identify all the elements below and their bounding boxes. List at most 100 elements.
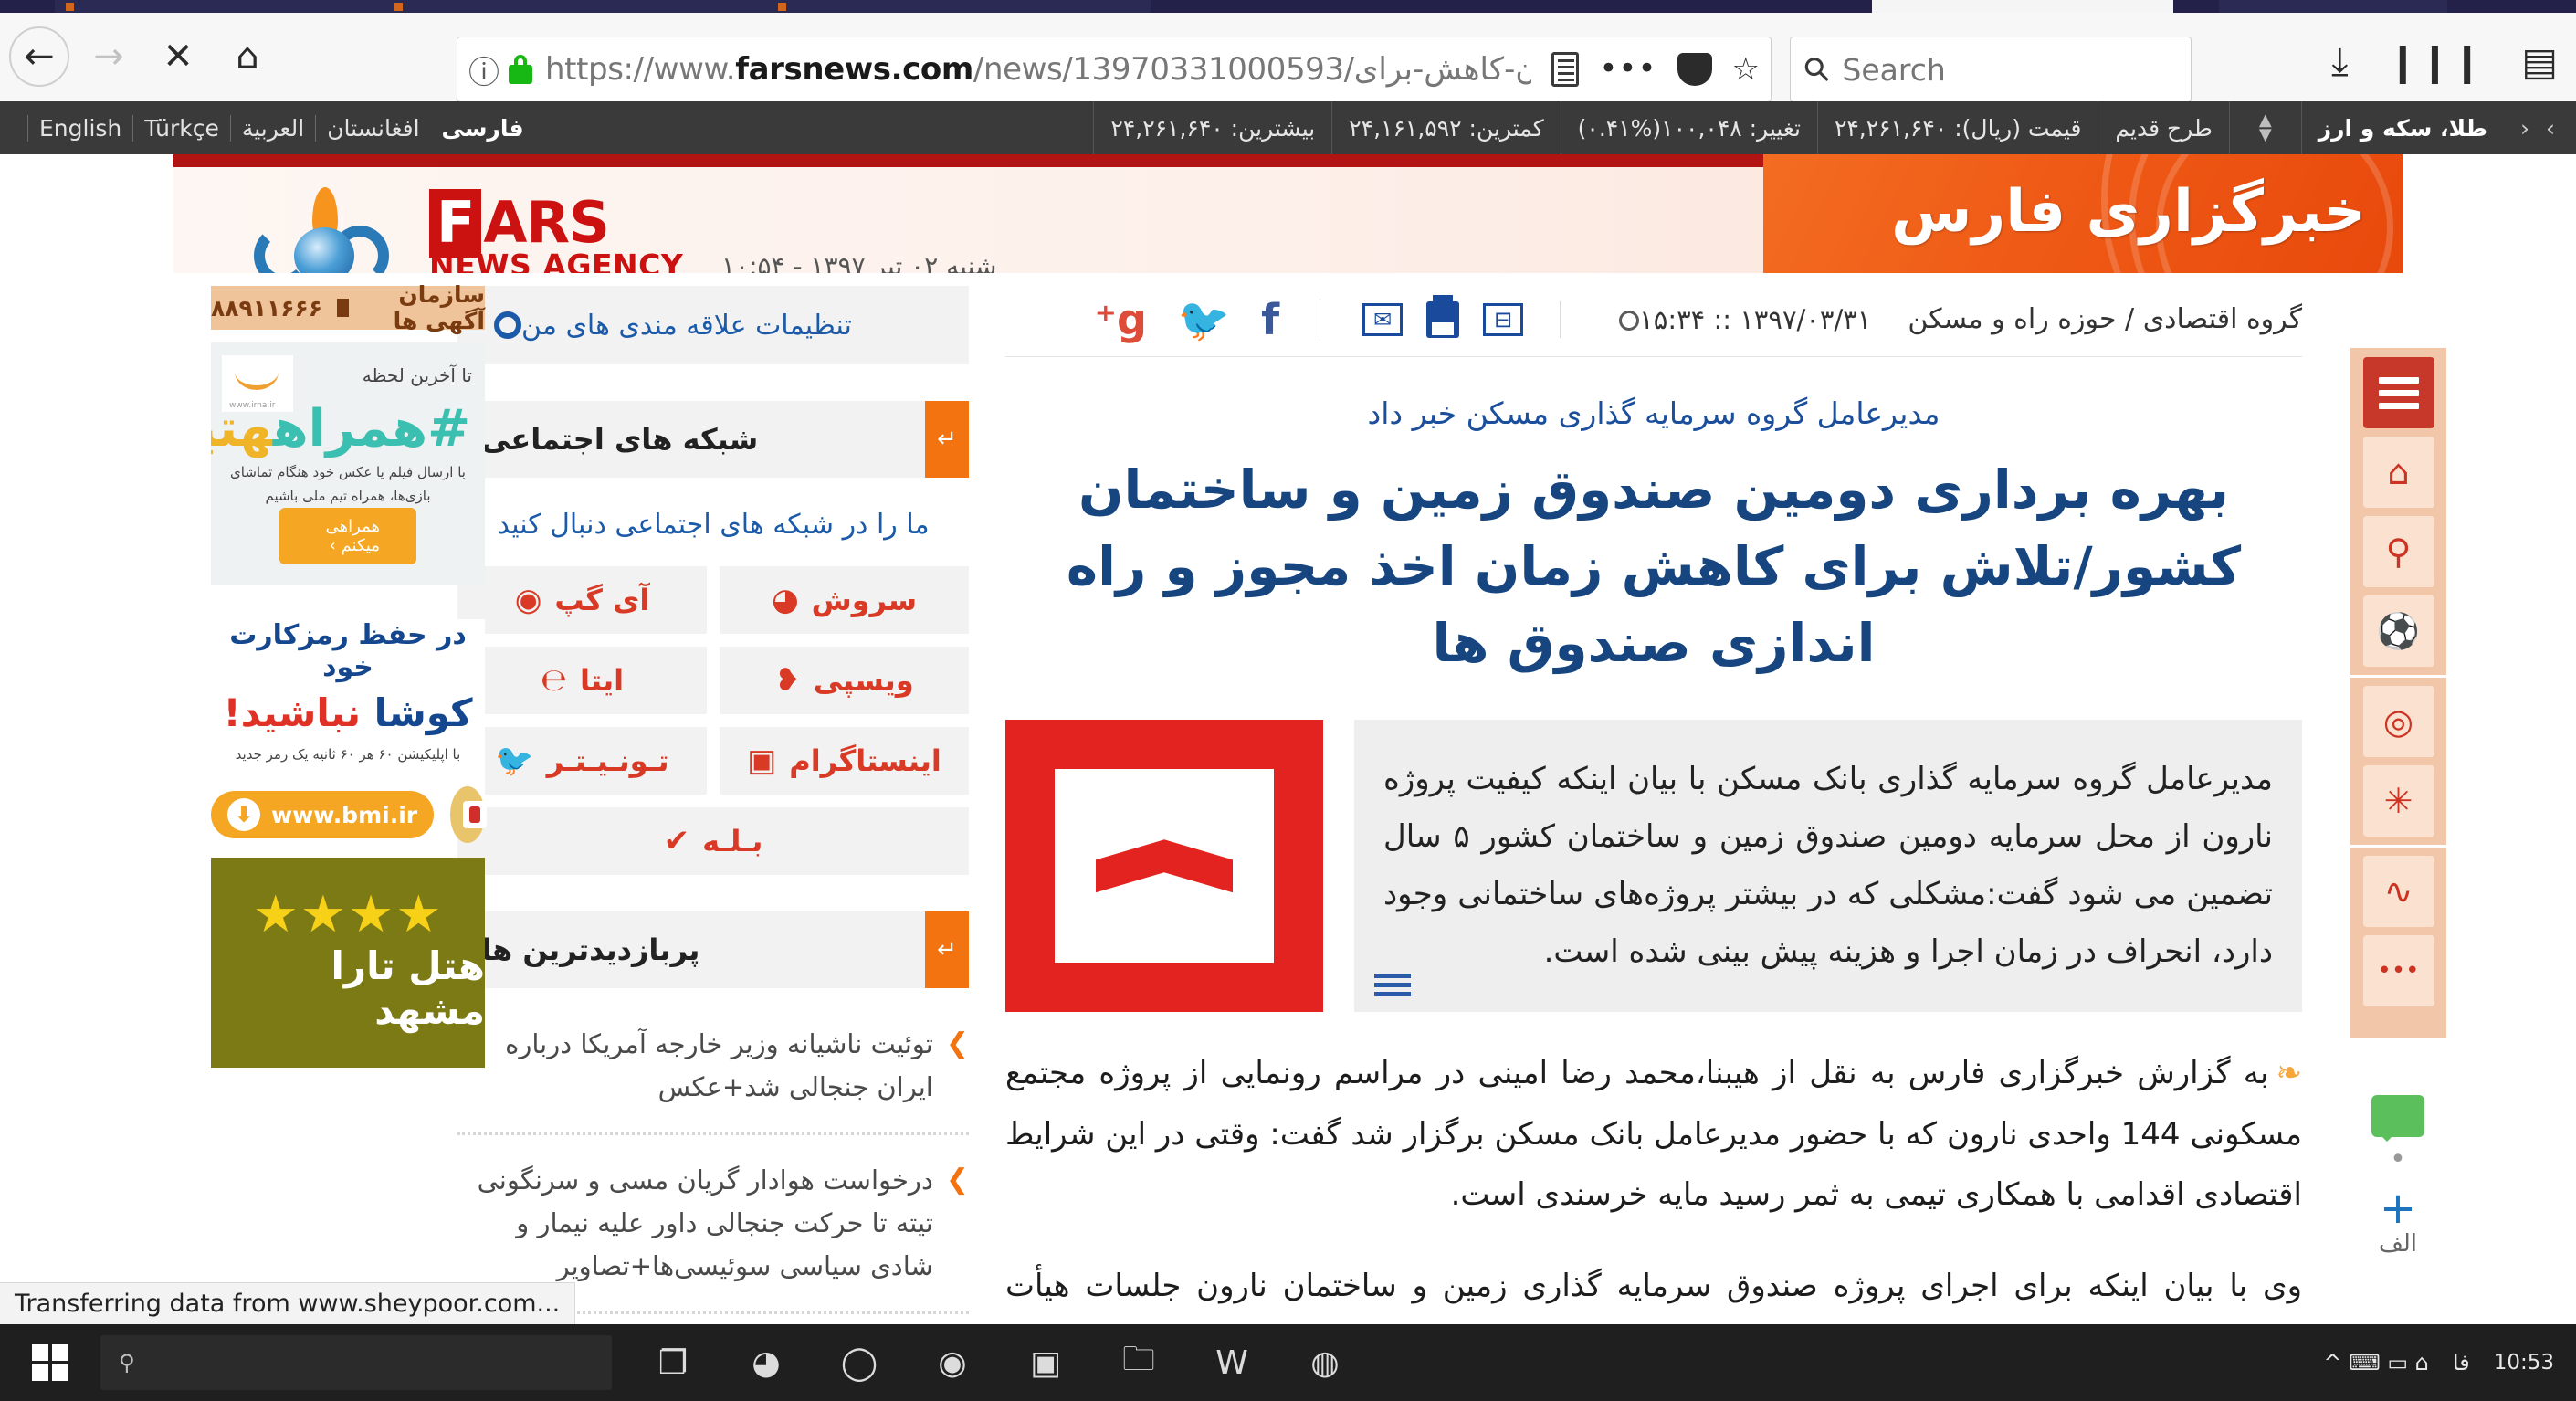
- ad-agency-bar[interactable]: سازمان آگهی ها ۸۸۹۱۱۶۶۶: [211, 281, 485, 334]
- preferences-link[interactable]: تنظیمات علاقه مندی های من: [457, 286, 969, 364]
- cortana-icon[interactable]: ◯: [835, 1338, 884, 1387]
- section-arrow-icon[interactable]: ↵: [925, 401, 969, 478]
- reader-view-icon[interactable]: [1551, 52, 1580, 87]
- bank-melli-logo: [450, 786, 488, 843]
- section-arrow-icon[interactable]: ↵: [925, 911, 969, 988]
- list-item[interactable]: ❯ توئیت ناشیانه وزیر خارجه آمریکا درباره…: [457, 999, 969, 1135]
- search-icon[interactable]: ⚲: [2362, 516, 2434, 587]
- social-link-eitaa[interactable]: ایتا ℮: [457, 647, 707, 714]
- social-link-bale[interactable]: بـلـه ✔: [457, 807, 969, 875]
- tray-language[interactable]: فا: [2453, 1350, 2470, 1375]
- browser-tab[interactable]: [55, 0, 384, 13]
- search-input[interactable]: [1842, 51, 2176, 88]
- shortlink-icon[interactable]: ⊟: [1483, 302, 1524, 336]
- football-icon[interactable]: ⚽: [2362, 595, 2434, 667]
- coins-icon[interactable]: ◎: [2362, 686, 2434, 757]
- social-link-wispi[interactable]: ویسپی ❥: [720, 647, 969, 714]
- social-links-grid: سروش ◕ آی گپ ◉ ویسپی ❥ ایتا ℮ اینستاگرام ▣ تـ…: [457, 566, 969, 875]
- news-agency-tagline: NEWS AGENCY: [429, 248, 684, 273]
- star-rating-icon: ★★★★: [252, 884, 444, 944]
- forward-arrow-icon[interactable]: →: [79, 26, 139, 87]
- taskbar-clock[interactable]: 10:53: [2494, 1351, 2554, 1375]
- google-plus-icon[interactable]: g⁺: [1095, 299, 1147, 341]
- back-arrow-icon[interactable]: ←: [9, 26, 69, 87]
- tray-icons[interactable]: ^ ⌨ ▭ ⌂: [2323, 1350, 2429, 1375]
- list-item-label: توئیت ناشیانه وزیر خارجه آمریکا درباره ا…: [505, 1028, 933, 1102]
- page-info-icon[interactable]: ⓘ: [468, 47, 499, 92]
- page-body: ⌂ ⚲ ⚽ ◎ ✳ ∿ ••• • + الف گروه اقتصادی / ح…: [0, 273, 2576, 1401]
- pocket-icon[interactable]: [1677, 53, 1712, 86]
- browser-tab[interactable]: [2219, 0, 2447, 13]
- taskbar-search-box[interactable]: ⚲: [100, 1335, 612, 1390]
- lang-arabic[interactable]: العربية: [229, 114, 315, 142]
- twitter-icon[interactable]: 🐦: [1178, 299, 1230, 341]
- font-size-increase-button[interactable]: + الف: [2358, 1186, 2438, 1258]
- social-subtitle: ما را در شبکه های اجتماعی دنبال کنید: [497, 509, 930, 541]
- ad-hamrahim[interactable]: www.irna.ir تا آخرین لحظه #همراههتیم با …: [211, 342, 485, 585]
- ticker-low-label: کمترین:: [1468, 114, 1544, 142]
- lang-afghanistan[interactable]: افغانستان: [315, 114, 430, 142]
- ticker-section-label[interactable]: طلا، سکه و ارز: [2300, 101, 2504, 154]
- ticker-spinner[interactable]: ▲ ▼: [2228, 101, 2301, 154]
- bookmark-star-icon[interactable]: ☆: [1732, 51, 1760, 88]
- fars-logo-emblem[interactable]: [247, 187, 402, 273]
- lang-farsi[interactable]: فارسی: [431, 115, 535, 142]
- ad-hotel-tara[interactable]: ★★★★ هتل تارا مشهد: [211, 858, 485, 1068]
- more-dots-icon[interactable]: •••: [2362, 935, 2434, 1006]
- ticker-high-label: بیشترین:: [1230, 114, 1316, 142]
- firefox-icon[interactable]: ◕: [741, 1338, 791, 1387]
- ad-description: با ارسال فیلم یا عکس خود هنگام تماشای با…: [230, 464, 466, 504]
- ad-download-button[interactable]: www.bmi.ir ⬇: [211, 791, 435, 838]
- instagram-icon: ▣: [747, 743, 777, 779]
- home-icon[interactable]: ⌂: [2362, 437, 2434, 508]
- article-category[interactable]: گروه اقتصادی / حوزه راه و مسکن: [1908, 303, 2302, 335]
- chart-line-icon[interactable]: ∿: [2362, 856, 2434, 927]
- print-icon[interactable]: [1426, 294, 1460, 338]
- menu-icon[interactable]: [2362, 357, 2434, 428]
- header-white-panel: F ARS NEWS AGENCY شنبه ۰۲ تیر ۱۳۹۷ - ۱۰:۵…: [173, 167, 1954, 273]
- article-thumbnail[interactable]: [1005, 720, 1323, 1013]
- social-link-igap[interactable]: آی گپ ◉: [457, 566, 707, 634]
- ticker-nav-arrows[interactable]: › ‹: [2504, 101, 2576, 154]
- lang-turkish[interactable]: Türkçe: [132, 114, 230, 142]
- facebook-icon[interactable]: f: [1261, 299, 1279, 341]
- media-icon[interactable]: ◍: [1300, 1338, 1350, 1387]
- ad-hotel-name: هتل تارا مشهد: [331, 943, 486, 1034]
- page-actions-icon[interactable]: •••: [1599, 54, 1656, 84]
- browser-tab-active[interactable]: [1872, 0, 2173, 13]
- email-icon[interactable]: ✉: [1362, 302, 1404, 336]
- windows-start-icon[interactable]: [0, 1344, 100, 1381]
- browser-tab[interactable]: [384, 0, 767, 13]
- language-switcher: فارسی افغانستان العربية Türkçe English: [0, 114, 535, 142]
- ad-agency-phone: ۸۸۹۱۱۶۶۶: [211, 294, 323, 321]
- toolbar-right-controls: ⤓ ❙❙❙ ▤: [2331, 38, 2558, 84]
- chrome-icon[interactable]: ◉: [928, 1338, 977, 1387]
- social-label: تـونـیـتـر: [546, 743, 669, 778]
- social-link-twitter[interactable]: تـونـیـتـر 🐦: [457, 727, 707, 795]
- address-bar[interactable]: ⓘ https://www.farsnews.com/news/13970331…: [457, 37, 1772, 102]
- stop-x-icon[interactable]: ✕: [148, 26, 208, 87]
- ad-bmi-bank[interactable]: در حفظ رمزکارت خود کوشا نباشید! با اپلیک…: [211, 619, 488, 843]
- taskbar-tray: ^ ⌨ ▭ ⌂ فا 10:53: [2323, 1350, 2576, 1375]
- phone-icon: [337, 299, 350, 317]
- photos-icon[interactable]: ▣: [1021, 1338, 1070, 1387]
- explorer-icon[interactable]: 🗀: [1114, 1338, 1163, 1387]
- library-icon[interactable]: ❙❙❙: [2387, 39, 2484, 84]
- list-item-label: درخواست هوادار گریان مسی و سرنگونی تیته …: [477, 1164, 933, 1281]
- downloads-icon[interactable]: ⤓: [2331, 38, 2349, 84]
- comment-bubble-icon[interactable]: •: [2358, 1095, 2438, 1174]
- home-icon[interactable]: ⌂: [217, 26, 278, 87]
- app-menu-icon[interactable]: ▤: [2521, 39, 2558, 84]
- browser-search-box[interactable]: ⚲: [1790, 37, 2192, 102]
- lang-english[interactable]: English: [27, 114, 132, 142]
- social-link-soroush[interactable]: سروش ◕: [720, 566, 969, 634]
- article-lead: مدیرعامل گروه سرمایه گذاری بانک مسکن با …: [1354, 720, 2302, 1012]
- browser-tab[interactable]: [767, 0, 1151, 13]
- download-icon: ⬇: [227, 798, 260, 831]
- social-label: اینستاگرام: [789, 743, 941, 778]
- social-link-instagram[interactable]: اینستاگرام ▣: [720, 727, 969, 795]
- fireworks-icon[interactable]: ✳: [2362, 765, 2434, 837]
- task-view-icon[interactable]: ❐: [648, 1338, 698, 1387]
- ad-cta-button[interactable]: همراهی میکنم ›: [279, 508, 416, 564]
- word-icon[interactable]: W: [1207, 1338, 1256, 1387]
